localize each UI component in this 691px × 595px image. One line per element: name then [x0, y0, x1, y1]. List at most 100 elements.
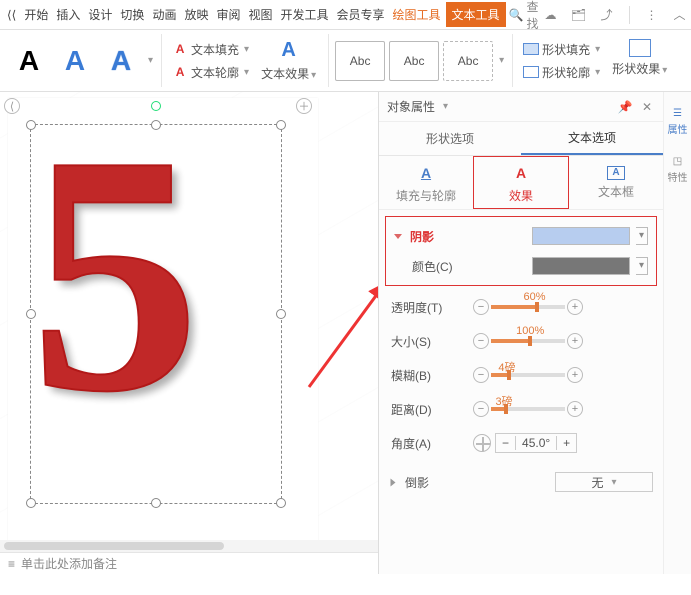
blur-decrease[interactable]: − — [473, 367, 489, 383]
resize-handle[interactable] — [26, 498, 36, 508]
text-outline-button[interactable]: A 文本轮廓▾ — [168, 62, 253, 83]
menu-text-tool[interactable]: 文本工具 — [446, 2, 506, 27]
menu-nav-prev[interactable]: ⟨⟨ — [4, 4, 19, 26]
notify-icon[interactable]: 🗂 — [570, 6, 588, 24]
size-slider[interactable]: 100% — [491, 339, 565, 343]
notes-icon: ≡ — [8, 557, 15, 571]
shape-style-preset-1[interactable]: Abc — [335, 41, 385, 81]
tab-text-options[interactable]: 文本选项 — [521, 122, 663, 155]
menu-animation[interactable]: 动画 — [149, 2, 179, 27]
text-style-more[interactable]: ▾ — [148, 55, 153, 66]
share-icon[interactable]: ⤴ — [598, 6, 616, 24]
distance-decrease[interactable]: − — [473, 401, 489, 417]
menu-vip[interactable]: 会员专享 — [334, 2, 388, 27]
opacity-slider[interactable]: 60% — [491, 305, 565, 309]
text-style-preset-1[interactable]: A — [8, 40, 50, 82]
resize-handle[interactable] — [276, 120, 286, 130]
fill-outline-icon: A — [415, 162, 437, 184]
reflection-dropdown[interactable]: 无 ▾ — [555, 472, 653, 492]
notes-placeholder: 单击此处添加备注 — [21, 555, 117, 572]
distance-value: 3磅 — [495, 393, 512, 409]
text-outline-label: 文本轮廓 — [191, 64, 239, 81]
text-style-preset-2[interactable]: A — [54, 40, 96, 82]
text-fill-button[interactable]: A 文本填充▾ — [168, 39, 253, 60]
shadow-preset-swatch[interactable] — [532, 227, 630, 245]
side-rail: ☰ 属性 ◳ 特性 — [663, 92, 691, 574]
collapse-ribbon-icon[interactable]: ︿ — [671, 6, 689, 24]
rail-properties[interactable]: ☰ 属性 — [668, 108, 688, 136]
size-increase[interactable]: + — [567, 333, 583, 349]
angle-increase[interactable]: + — [557, 436, 576, 450]
shape-style-more[interactable]: ▾ — [499, 55, 504, 66]
text-fill-label: 文本填充 — [191, 41, 239, 58]
tab-shape-options[interactable]: 形状选项 — [379, 122, 521, 155]
row-blur: 模糊(B) − 4磅 + — [391, 358, 655, 392]
menu-transition[interactable]: 切换 — [117, 2, 147, 27]
shape-style-preset-3[interactable]: Abc — [443, 41, 493, 81]
angle-dial[interactable] — [473, 434, 491, 452]
shadow-color-dropdown[interactable]: ▾ — [636, 257, 648, 275]
reflection-value: 无 — [591, 474, 603, 491]
menu-review[interactable]: 审阅 — [213, 2, 243, 27]
resize-handle[interactable] — [276, 309, 286, 319]
cube-icon: ◳ — [673, 156, 682, 167]
distance-increase[interactable]: + — [567, 401, 583, 417]
shape-style-preset-2[interactable]: Abc — [389, 41, 439, 81]
panel-tabs-lv2: A 填充与轮廓 A 效果 A 文本框 — [379, 156, 663, 210]
blur-increase[interactable]: + — [567, 367, 583, 383]
panel-pin-icon[interactable]: 📌 — [617, 99, 633, 115]
textbox-icon: A — [607, 166, 625, 180]
menu-insert[interactable]: 插入 — [53, 2, 83, 27]
text-outline-icon: A — [172, 64, 188, 80]
notes-bar[interactable]: ≡ 单击此处添加备注 — [0, 552, 378, 574]
canvas-text-glyph[interactable]: 5 — [30, 112, 200, 435]
resize-handle[interactable] — [276, 498, 286, 508]
opacity-label: 透明度(T) — [391, 299, 469, 316]
shape-fill-icon — [523, 43, 539, 55]
shape-fill-button[interactable]: 形状填充▾ — [519, 39, 604, 60]
rail-special[interactable]: ◳ 特性 — [668, 156, 688, 184]
blur-label: 模糊(B) — [391, 367, 469, 384]
menu-view[interactable]: 视图 — [245, 2, 275, 27]
row-distance: 距离(D) − 3磅 + — [391, 392, 655, 426]
canvas-add-icon[interactable]: ＋ — [296, 98, 312, 114]
shape-effect-button[interactable]: 形状效果▾ — [608, 37, 671, 85]
panel-close-icon[interactable]: ✕ — [639, 99, 655, 115]
panel-title-dropdown[interactable]: ▾ — [443, 101, 448, 112]
angle-stepper[interactable]: − 45.0° + — [495, 433, 577, 453]
tab-textbox[interactable]: A 文本框 — [569, 156, 663, 209]
text-style-preset-3[interactable]: A — [100, 40, 142, 82]
resize-handle[interactable] — [151, 498, 161, 508]
expand-icon[interactable] — [391, 478, 396, 486]
horizontal-scrollbar[interactable] — [0, 540, 378, 552]
menu-drawing-tool[interactable]: 绘图工具 — [390, 2, 444, 27]
shape-effect-label: 形状效果 — [612, 62, 660, 76]
row-angle: 角度(A) − 45.0° + — [391, 426, 655, 460]
menu-slideshow[interactable]: 放映 — [181, 2, 211, 27]
angle-decrease[interactable]: − — [496, 436, 516, 450]
tab-fill-outline[interactable]: A 填充与轮廓 — [379, 156, 473, 209]
expand-icon[interactable] — [394, 234, 402, 239]
shadow-preset-dropdown[interactable]: ▾ — [636, 227, 648, 245]
opacity-increase[interactable]: + — [567, 299, 583, 315]
more-icon[interactable]: ⋮ — [643, 6, 661, 24]
menu-design[interactable]: 设计 — [85, 2, 115, 27]
shadow-section-label: 阴影 — [410, 228, 478, 245]
distance-slider[interactable]: 3磅 — [491, 407, 565, 411]
slide-canvas[interactable]: ⟨ ＋ 5 ≡ 单击此处添加备注 — [0, 92, 378, 574]
opacity-decrease[interactable]: − — [473, 299, 489, 315]
canvas-collapse-icon[interactable]: ⟨ — [4, 98, 20, 114]
cloud-icon[interactable]: ☁ — [542, 6, 560, 24]
size-decrease[interactable]: − — [473, 333, 489, 349]
shape-outline-button[interactable]: 形状轮廓▾ — [519, 62, 604, 83]
search-box[interactable]: 🔍 查找 — [508, 0, 540, 33]
menu-start[interactable]: 开始 — [21, 2, 51, 27]
tab-effect[interactable]: A 效果 — [473, 156, 569, 209]
search-icon: 🔍 — [509, 8, 524, 22]
distance-label: 距离(D) — [391, 401, 469, 418]
effect-icon: A — [510, 162, 532, 184]
menu-dev[interactable]: 开发工具 — [278, 2, 332, 27]
blur-slider[interactable]: 4磅 — [491, 373, 565, 377]
text-effect-button[interactable]: A 文本效果▾ — [257, 37, 320, 85]
shadow-color-swatch[interactable] — [532, 257, 630, 275]
